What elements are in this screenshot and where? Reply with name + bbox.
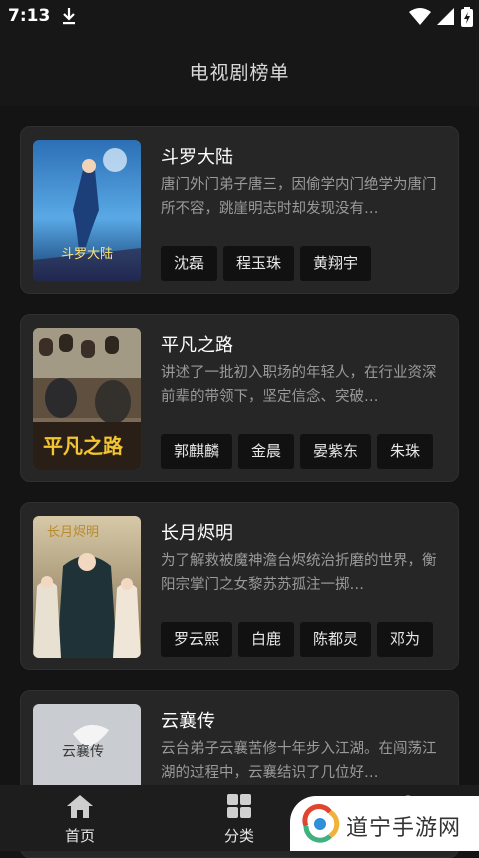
watermark-text: 道宁手游网 bbox=[346, 816, 462, 841]
cast-tags: 沈磊 程玉珠 黄翔宇 bbox=[161, 246, 458, 281]
battery-icon bbox=[461, 7, 473, 27]
cast-tag[interactable]: 晏紫东 bbox=[300, 434, 372, 469]
grid-icon bbox=[227, 794, 251, 818]
show-poster[interactable]: 平凡之路 bbox=[33, 328, 141, 470]
show-title[interactable]: 云襄传 bbox=[161, 707, 215, 733]
signal-icon bbox=[437, 8, 454, 25]
cast-tags: 罗云熙 白鹿 陈都灵 邓为 bbox=[161, 622, 458, 657]
nav-category[interactable]: 分类 bbox=[199, 793, 279, 846]
poster-title-art: 斗罗大陆 bbox=[61, 246, 113, 262]
cast-tag[interactable]: 朱珠 bbox=[377, 434, 434, 469]
cast-tag[interactable]: 罗云熙 bbox=[161, 622, 233, 657]
home-icon bbox=[67, 795, 93, 818]
show-title[interactable]: 斗罗大陆 bbox=[161, 143, 233, 169]
cast-tag[interactable]: 陈都灵 bbox=[300, 622, 372, 657]
show-description: 唐门外门弟子唐三，因偷学内门绝学为唐门所不容，跳崖明志时却发现没有… bbox=[161, 177, 437, 217]
status-time: 7:13 bbox=[8, 6, 51, 26]
header: 电视剧榜单 bbox=[0, 34, 479, 106]
cast-tag[interactable]: 白鹿 bbox=[238, 622, 295, 657]
nav-home[interactable]: 首页 bbox=[40, 793, 120, 846]
cast-tag[interactable]: 金晨 bbox=[238, 434, 295, 469]
watermark-badge: 道宁手游网 bbox=[290, 796, 479, 851]
show-title[interactable]: 长月烬明 bbox=[161, 519, 233, 545]
show-card[interactable]: 平凡之路 平凡之路 讲述了一批初入职场的年轻人，在行业资深前辈的带领下，坚定信念… bbox=[20, 314, 459, 482]
show-description: 云台弟子云襄苦修十年步入江湖。在闯荡江湖的过程中，云襄结识了几位好… bbox=[161, 741, 437, 781]
cast-tag[interactable]: 程玉珠 bbox=[223, 246, 295, 281]
nav-category-label: 分类 bbox=[223, 827, 254, 845]
poster-title-art: 长月烬明 bbox=[47, 524, 99, 540]
cast-tag[interactable]: 黄翔宇 bbox=[300, 246, 372, 281]
cast-tags: 郭麒麟 金晨 晏紫东 朱珠 bbox=[161, 434, 458, 469]
poster-title-art: 云襄传 bbox=[62, 744, 104, 760]
nav-home-label: 首页 bbox=[64, 827, 95, 845]
cast-tag[interactable]: 邓为 bbox=[377, 622, 434, 657]
cast-tag[interactable]: 沈磊 bbox=[161, 246, 218, 281]
show-description: 为了解救被魔神澹台烬统治折磨的世界，衡阳宗掌门之女黎苏苏孤注一掷… bbox=[161, 553, 437, 593]
show-card[interactable]: 斗罗大陆 斗罗大陆 唐门外门弟子唐三，因偷学内门绝学为唐门所不容，跳崖明志时却发… bbox=[20, 126, 459, 294]
wifi-icon bbox=[409, 8, 431, 25]
watermark-logo-icon bbox=[302, 804, 340, 843]
show-card[interactable]: 长月烬明 长月烬明 为了解救被魔神澹台烬统治折磨的世界，衡阳宗掌门之女黎苏苏孤注… bbox=[20, 502, 459, 670]
cast-tag[interactable]: 郭麒麟 bbox=[161, 434, 233, 469]
status-bar: 7:13 bbox=[0, 0, 479, 34]
page-title: 电视剧榜单 bbox=[189, 62, 290, 84]
download-icon bbox=[63, 8, 75, 25]
show-description: 讲述了一批初入职场的年轻人，在行业资深前辈的带领下，坚定信念、突破… bbox=[161, 365, 437, 405]
show-poster[interactable]: 斗罗大陆 bbox=[33, 140, 141, 282]
show-poster[interactable]: 长月烬明 bbox=[33, 516, 141, 658]
show-title[interactable]: 平凡之路 bbox=[161, 331, 233, 357]
poster-title-art: 平凡之路 bbox=[43, 434, 124, 458]
